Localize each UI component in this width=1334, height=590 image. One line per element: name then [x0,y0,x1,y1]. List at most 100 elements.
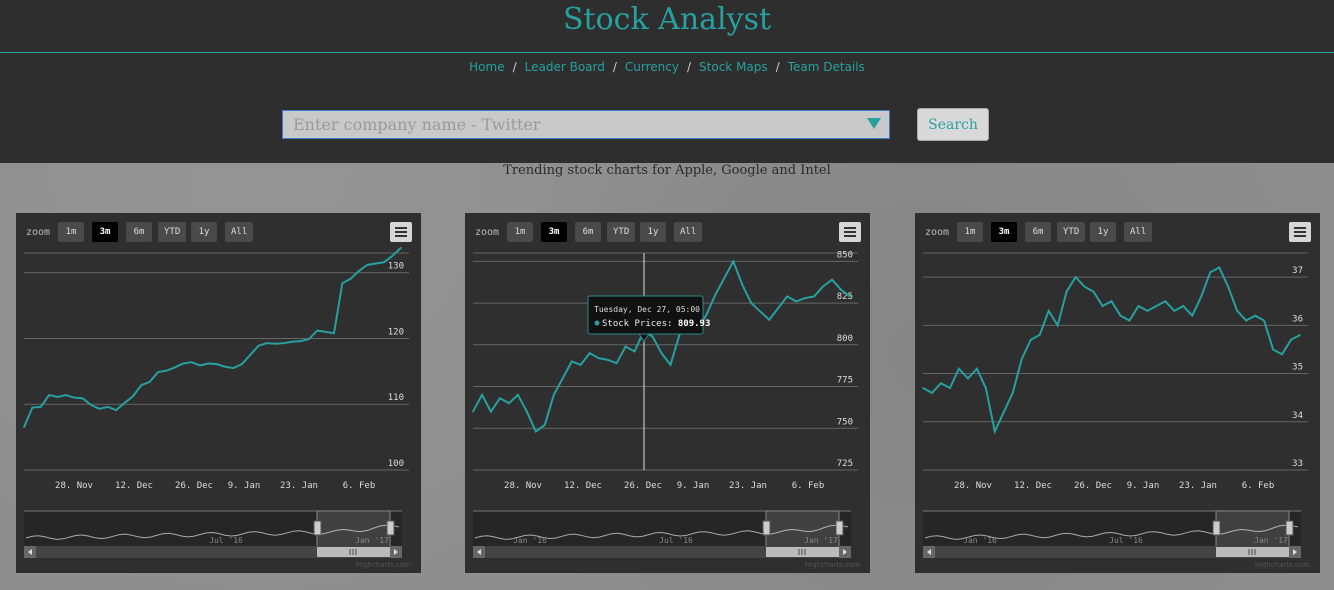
data-point [949,387,951,389]
navigator-handle[interactable] [1285,520,1294,536]
navigator-scrollbar[interactable] [923,546,1301,558]
navigator-handle[interactable] [835,520,844,536]
data-point [481,394,483,396]
chart-credit[interactable]: Highcharts.com [356,561,411,569]
y-tick-label: 37 [1292,266,1303,276]
stock-price-line[interactable] [472,258,851,434]
nav-team-details[interactable]: Team Details [788,60,865,74]
data-point [526,410,528,413]
data-point [831,278,833,281]
data-point [732,260,735,263]
range-navigator[interactable]: Jan '16 Jul '16 Jan '17 [473,510,851,548]
data-point [750,302,753,304]
x-tick-label: 9. Jan [228,481,261,491]
chart-credit[interactable]: Highcharts.com [805,561,860,569]
data-point [366,264,369,266]
chart-credit[interactable]: Highcharts.com [1255,561,1310,569]
y-tick-label: 130 [388,262,404,272]
navigator-label: Jan '17 [804,536,838,545]
data-point [241,363,243,365]
data-point [308,338,310,340]
data-point [299,340,302,342]
nav-home[interactable]: Home [469,60,504,74]
data-point [1218,266,1221,269]
data-point [324,331,327,333]
navigator-scrollbar[interactable] [24,546,402,558]
data-point [1209,271,1212,274]
x-tick-label: 6. Feb [343,481,376,491]
data-point [940,382,942,384]
x-tick-label: 23. Jan [280,481,318,491]
stock-chart-google: zoom 1m 3m 6m YTD 1y All 725 750 775 800 825 850 28. … [465,213,870,573]
data-point [849,295,851,298]
data-point [1065,290,1068,293]
navigator-handle[interactable] [386,520,395,536]
data-point [1056,324,1059,327]
data-point [140,384,143,386]
data-point [958,367,960,370]
company-search-combobox[interactable] [282,110,890,139]
data-point [224,365,226,368]
company-search-input[interactable] [283,111,863,138]
data-point [741,283,744,286]
data-point [1011,392,1014,394]
x-tick-label: 12. Dec [564,481,602,491]
data-point [157,371,159,373]
navigator-scrollbar[interactable] [473,546,851,558]
stock-price-line[interactable] [23,247,402,428]
data-point [1164,300,1167,303]
price-chart-svg: 100 110 120 130 28. Nov 12. Dec 26. Dec 9. Jan 2… [23,246,409,558]
data-point [349,277,352,280]
navigator-handle[interactable] [313,520,322,536]
y-tick-label: 100 [388,459,404,469]
tooltip: Tuesday, Dec 27, 05:00 Stock Prices: 809.… [587,295,710,342]
data-point [199,364,201,367]
data-point [723,277,726,279]
data-point [795,300,797,303]
data-point [215,363,218,365]
data-point [257,344,260,347]
nav-stock-maps[interactable]: Stock Maps [699,60,768,74]
nav-currency[interactable]: Currency [625,60,679,74]
data-point [804,297,806,299]
data-point [123,402,126,404]
search-button[interactable]: Search [917,108,989,141]
y-tick-label: 725 [837,459,853,469]
data-point [705,313,708,316]
navigator-handle[interactable] [762,520,771,536]
data-point [165,369,168,372]
data-point [316,329,319,332]
y-tick-label: 750 [837,417,853,427]
data-point [651,335,654,338]
nav-leader-board[interactable]: Leader Board [525,60,605,74]
data-point [985,387,987,389]
data-point [472,410,474,413]
x-tick-label: 6. Feb [1242,481,1275,491]
data-point [1200,295,1203,298]
data-point [400,246,402,249]
range-navigator[interactable]: Jul '16 Jan '17 [24,510,402,548]
breadcrumb: Home / Leader Board / Currency / Stock Maps / Te… [469,60,865,74]
data-point [341,282,344,285]
x-tick-label: 26. Dec [1074,481,1112,491]
dropdown-arrow-icon[interactable] [867,118,881,129]
data-point [31,406,34,409]
x-tick-label: 9. Jan [1127,481,1160,491]
navigator-label: Jan '16 [513,536,547,545]
data-point [98,408,101,410]
data-point [1245,319,1247,322]
data-point [1263,319,1265,322]
x-tick-label: 9. Jan [677,481,710,491]
stock-chart-apple: zoom 1m 3m 6m YTD 1y All 100 110 120 130 28. Nov 12.… [16,213,421,573]
y-tick-label: 120 [388,327,404,337]
data-point [517,394,519,396]
x-tick-label: 28. Nov [55,481,93,491]
data-point [115,409,117,411]
data-point [552,394,555,396]
stock-price-line[interactable] [922,266,1301,435]
x-tick-label: 12. Dec [115,481,153,491]
navigator-handle[interactable] [1212,520,1221,536]
stock-chart-intel: zoom 1m 3m 6m YTD 1y All 33 34 35 36 37 28. Nov 12. D… [915,213,1320,573]
range-navigator[interactable]: Jan '16 Jul '16 Jan '17 [923,510,1301,548]
app-title: Stock Analyst [562,2,772,37]
